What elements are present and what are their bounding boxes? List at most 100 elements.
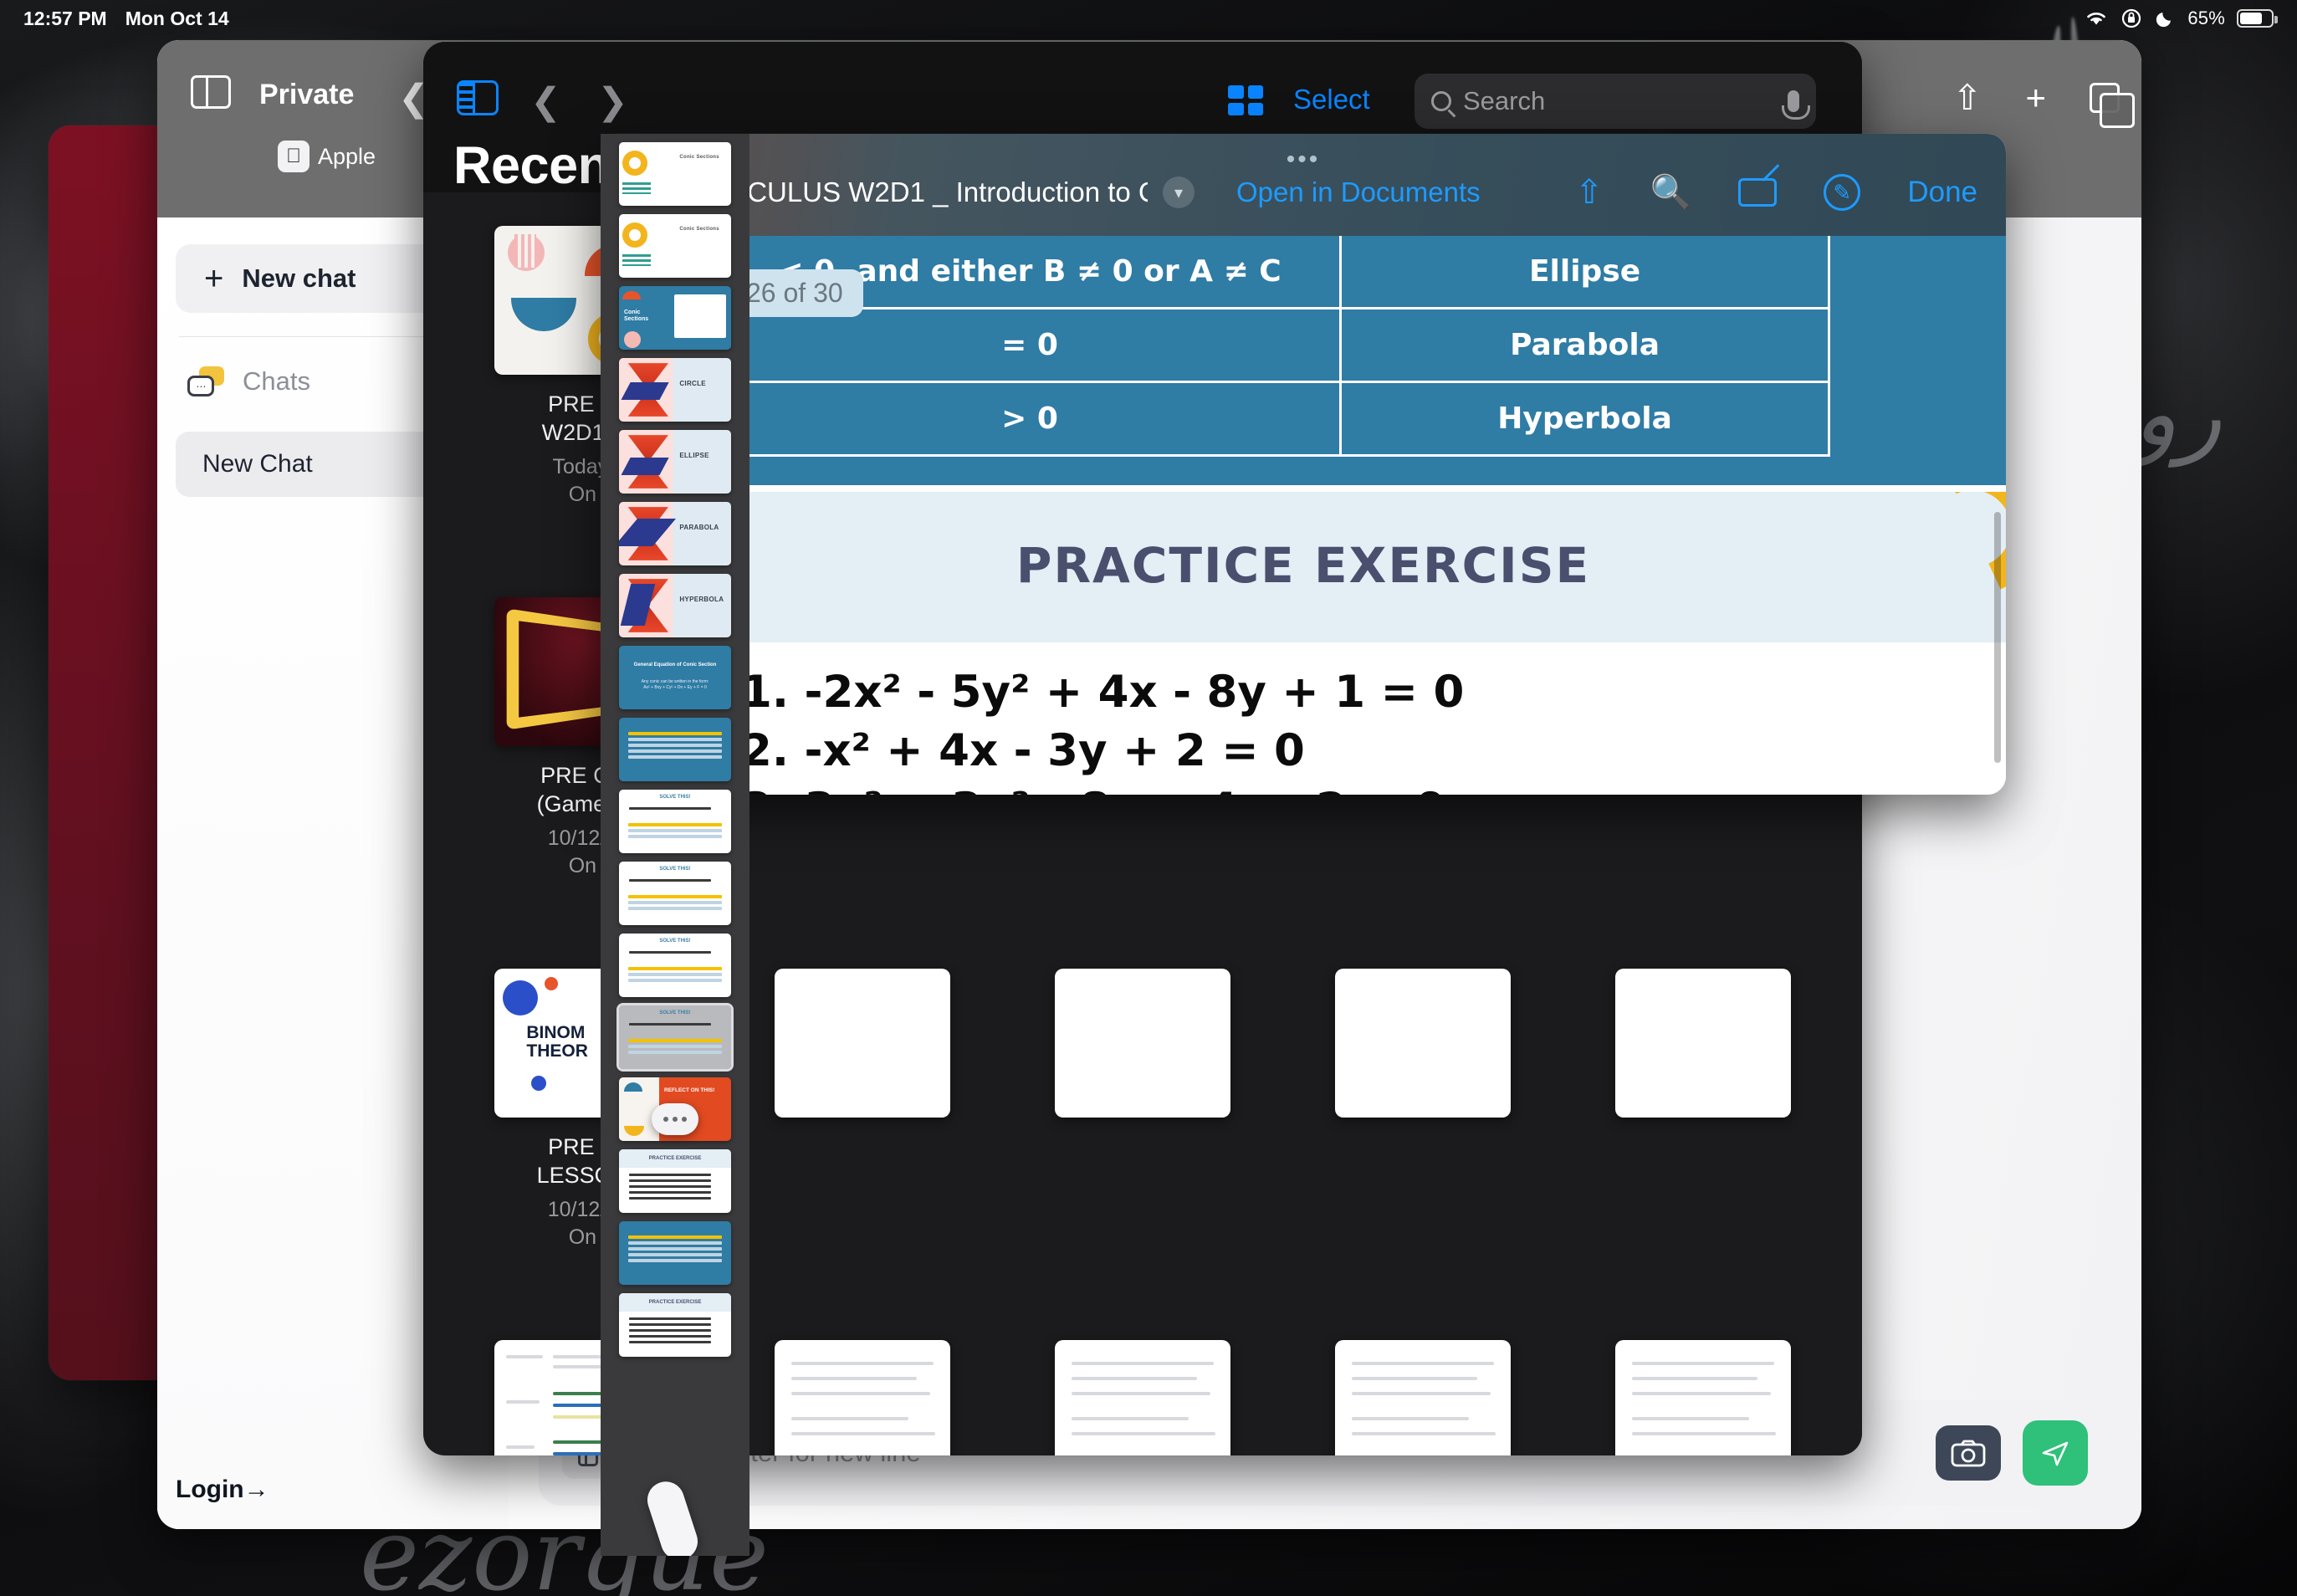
table-cell-condition: = 0 [719, 309, 1341, 382]
markup-icon[interactable] [1738, 178, 1777, 207]
pdf-scrollbar[interactable] [1994, 512, 2001, 763]
file-thumbnail [1055, 969, 1230, 1118]
rail-thumbnail[interactable]: Conic Sections [619, 214, 731, 278]
file-item[interactable]: 4 PROBLEM SET 2_Ration...5845.pdf 9/27/2… [1577, 1340, 1829, 1455]
battery-percent: 65% [2187, 8, 2225, 29]
file-thumbnail [775, 969, 950, 1118]
open-in-documents-button[interactable]: Open in Documents [1236, 176, 1481, 208]
page-indicator-label: 26 of 30 [746, 278, 843, 309]
equation-item: 1. -2x² - 5y² + 4x - 8y + 1 = 0 [741, 669, 1956, 716]
status-date: Mon Oct 14 [125, 8, 229, 30]
rail-thumbnail[interactable]: CIRCLE [619, 358, 731, 422]
search-placeholder: Search [1463, 86, 1545, 116]
rail-more-dots-icon[interactable] [652, 1103, 698, 1135]
new-chat-label: New chat [242, 263, 356, 294]
chevron-down-icon[interactable]: ▾ [1163, 176, 1195, 208]
file-thumbnail [1335, 969, 1511, 1118]
rail-thumbnail[interactable]: SOLVE THIS! [619, 934, 731, 997]
rail-thumbnail-selected[interactable]: SOLVE THIS! [619, 1005, 731, 1069]
file-thumbnail [1615, 969, 1791, 1118]
annotate-circle-a-icon[interactable]: ✎ [1824, 174, 1860, 211]
rail-thumbnail[interactable] [619, 718, 731, 781]
rail-thumbnail[interactable]: SOLVE THIS! [619, 862, 731, 925]
table-row: = 0 Parabola [719, 309, 1829, 382]
plus-icon: + [204, 260, 223, 298]
share-icon[interactable]: ⇧ [1575, 176, 1604, 209]
rail-thumbnail[interactable]: ELLIPSE [619, 430, 731, 494]
equation-item: 2. -x² + 4x - 3y + 2 = 0 [741, 728, 1956, 775]
share-icon[interactable]: ⇧ [1952, 80, 1982, 115]
rail-thumbnail[interactable]: Conic Sections [619, 286, 731, 350]
file-thumbnail [775, 1340, 950, 1455]
file-item[interactable]: General Calendar for SY24-25,....docx.pd… [1297, 1340, 1548, 1455]
back-chevron-icon[interactable]: ❮ [530, 80, 561, 123]
file-thumbnail [1615, 1340, 1791, 1455]
table-row: > 0 Hyperbola [719, 382, 1829, 456]
table-cell-conic: Parabola [1341, 309, 1829, 382]
rail-thumbnail[interactable]: General Equation of Conic Section Any co… [619, 646, 731, 709]
file-item[interactable]: SHS Special Cir No. 5 FIRST PE...EEK.pdf… [1017, 1340, 1269, 1455]
table-row: < 0, and either B ≠ 0 or A ≠ C Ellipse [719, 236, 1829, 309]
search-icon[interactable]: 🔍 [1650, 176, 1692, 209]
equation-list: 1. -2x² - 5y² + 4x - 8y + 1 = 0 2. -x² +… [741, 669, 1956, 795]
file-location: On [569, 854, 596, 878]
pdf-action-bar: ⇧ 🔍 ✎ Done [1575, 174, 1977, 211]
rotation-lock-icon [2121, 8, 2142, 29]
favorite-label: Apple [318, 144, 376, 170]
wallpaper-calligraphy-right: رو [2133, 360, 2222, 467]
rail-thumbnail[interactable]: Conic Sections [619, 142, 731, 206]
done-button[interactable]: Done [1907, 176, 1977, 209]
sidebar-toggle-icon[interactable] [191, 75, 231, 109]
grid-view-icon[interactable] [1228, 85, 1263, 115]
microphone-icon[interactable] [1788, 90, 1799, 112]
file-thumbnail [1055, 1340, 1230, 1455]
pdf-slide-practice-exercise: PRACTICE EXERCISE 1. -2x² - 5y² + 4x - 8… [601, 492, 2006, 786]
rail-thumbnail[interactable]: PRACTICE EXERCISE [619, 1293, 731, 1357]
file-item[interactable] [737, 969, 989, 1328]
rail-thumbnail[interactable]: PARABOLA [619, 502, 731, 565]
file-item[interactable]: SHS Special Circular ACAD PO...DATE.pdf … [737, 1340, 989, 1455]
rail-thumbnail[interactable] [619, 1221, 731, 1285]
touch-cursor-indicator [642, 1477, 703, 1556]
table-cell-condition: > 0 [719, 382, 1341, 456]
window-grabber-icon[interactable]: ••• [1287, 147, 1321, 172]
rail-thumbnail[interactable]: PRACTICE EXERCISE [619, 1149, 731, 1213]
pdf-quicklook-window[interactable]: ••• PRE CALCULUS W2D1 _ Introduction to … [601, 134, 2006, 795]
slide-title: PRACTICE EXERCISE [601, 537, 2006, 594]
rail-thumbnail[interactable]: SOLVE THIS! [619, 790, 731, 853]
battery-icon [2237, 9, 2274, 28]
pdf-toolbar: ••• PRE CALCULUS W2D1 _ Introduction to … [601, 134, 2006, 236]
file-location: On [569, 1225, 596, 1250]
table-cell-conic: Ellipse [1341, 236, 1829, 309]
search-icon [1431, 91, 1451, 111]
login-link[interactable]: Login→ [176, 1476, 269, 1504]
wifi-icon [2084, 8, 2109, 28]
status-bar: 12:57 PM Mon Oct 14 65% [0, 0, 2297, 37]
select-button[interactable]: Select [1293, 84, 1370, 115]
favorite-apple[interactable]:  Apple [278, 141, 376, 172]
private-mode-label: Private [259, 79, 354, 111]
camera-icon[interactable] [1936, 1425, 2001, 1481]
file-location: On [569, 483, 596, 507]
search-input[interactable]: Search [1415, 74, 1816, 129]
pdf-content[interactable]: < 0, and either B ≠ 0 or A ≠ C Ellipse =… [601, 236, 2006, 795]
file-item[interactable] [1017, 969, 1269, 1328]
new-tab-icon[interactable]: + [2025, 80, 2046, 115]
file-item[interactable] [1577, 969, 1829, 1328]
send-paper-plane-icon[interactable] [2023, 1420, 2088, 1486]
apple-icon:  [278, 141, 310, 172]
chats-section-header: ⋯ Chats [187, 366, 310, 396]
status-time: 12:57 PM [23, 8, 107, 30]
slide-banner: PRACTICE EXERCISE [601, 492, 2006, 642]
safari-actions: ⇧ + [1952, 80, 2120, 115]
rail-thumbnail[interactable]: HYPERBOLA [619, 574, 731, 637]
tabs-icon[interactable] [2090, 83, 2120, 113]
chat-bubbles-icon: ⋯ [187, 366, 224, 396]
pdf-thumbnail-rail[interactable]: Conic Sections Conic Sections Conic Secti… [601, 134, 749, 1556]
do-not-disturb-moon-icon [2154, 8, 2176, 29]
forward-chevron-icon[interactable]: ❯ [597, 80, 628, 123]
sidebar-toggle-icon[interactable] [457, 80, 499, 115]
equation-item: 3. 3x² + 3y² - 8x + 4y - 2 = 0 [741, 786, 1956, 795]
chat-item-label: New Chat [202, 450, 313, 478]
file-item[interactable] [1297, 969, 1548, 1328]
